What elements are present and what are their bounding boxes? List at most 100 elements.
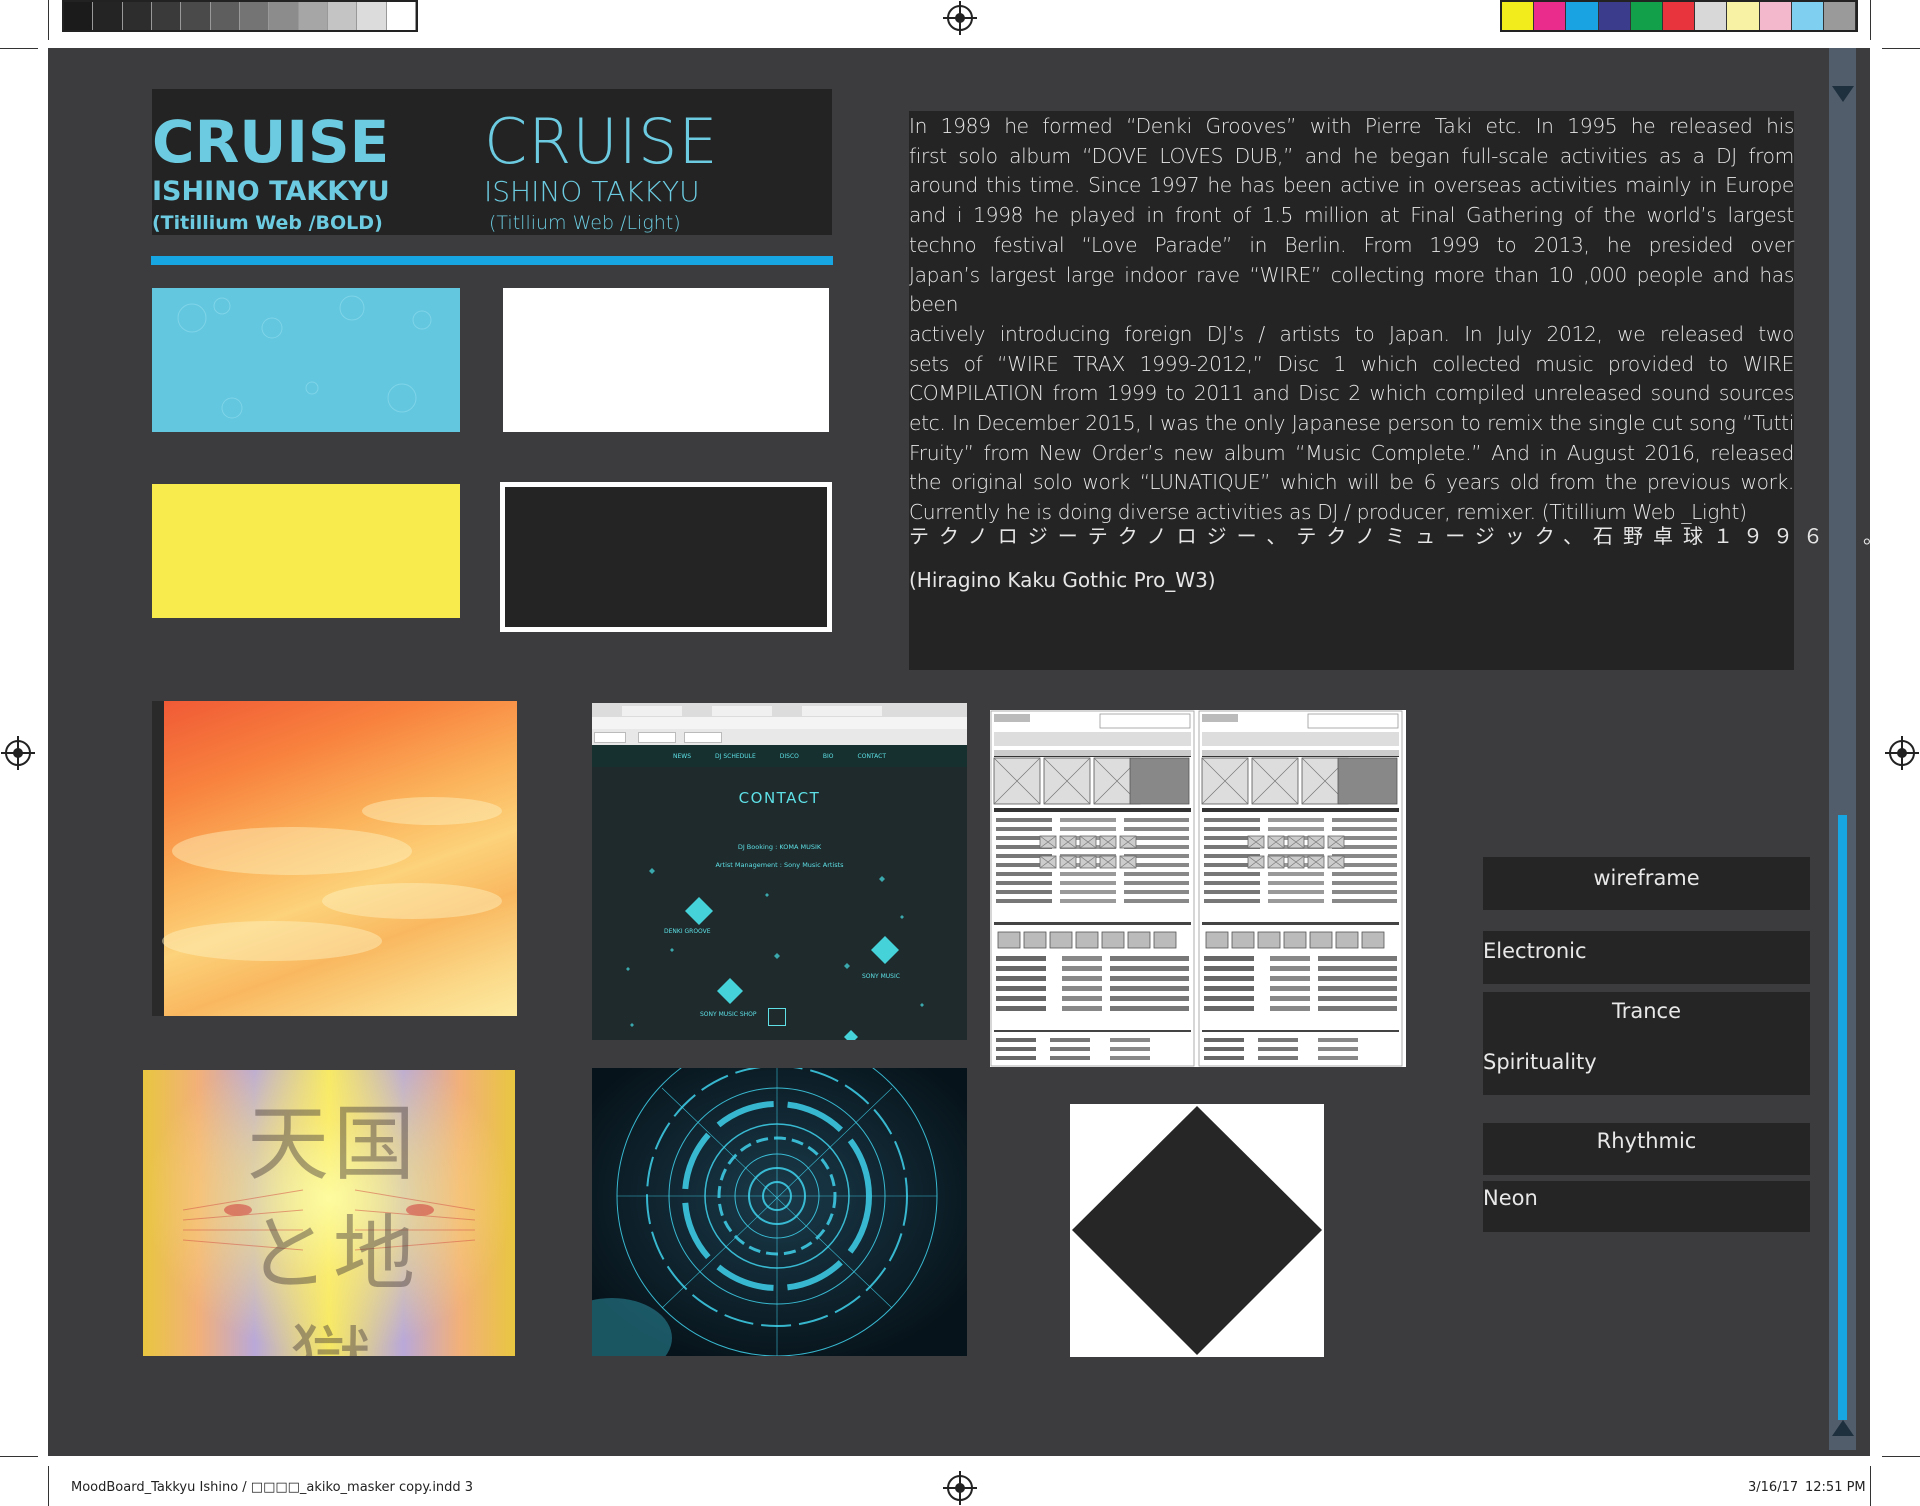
neon-hud-circle-image: [592, 1068, 967, 1356]
gray-swatch: [386, 2, 416, 30]
wireframe-block: [1124, 899, 1189, 903]
wireframe-block: [1231, 931, 1255, 949]
wireframe-block: [1268, 899, 1324, 903]
wireframe-block: [1060, 872, 1116, 876]
wireframe-block: [1110, 1047, 1150, 1051]
scrollbar-thumb[interactable]: [1838, 815, 1847, 1420]
wireframe-block: [1332, 881, 1397, 885]
gray-swatch: [181, 2, 211, 30]
wireframe-block: [1332, 899, 1397, 903]
tag-electronic: Electronic: [1483, 931, 1810, 984]
wireframe-block: [1270, 956, 1310, 961]
wireframe-block: [1204, 872, 1260, 876]
japanese-font-note: (Hiragino Kaku Gothic Pro_W3): [909, 568, 1216, 592]
wireframe-block: [1110, 986, 1189, 991]
wireframe-block: [1283, 931, 1307, 949]
wireframe-block: [1204, 1056, 1244, 1060]
process-color-swatch: [1502, 2, 1535, 30]
wireframe-block: [1270, 976, 1310, 981]
font-note-light: (Titllium Web /Light): [489, 212, 681, 234]
japanese-sample-text: テクノロジーテクノロジー、テクノミュージック、石野卓球１９９６年。: [909, 524, 1893, 548]
scroll-down-arrow[interactable]: [1832, 1420, 1854, 1436]
wireframe-block: [1124, 818, 1189, 822]
wireframe-block: [1110, 956, 1189, 961]
wireframe-block: [996, 1056, 1036, 1060]
color-swatch-white: [503, 288, 829, 432]
wireframe-block: [1060, 899, 1116, 903]
wireframe-block: [1204, 996, 1254, 1001]
wireframe-block: [1268, 818, 1324, 822]
wireframe-block: [1332, 890, 1397, 894]
wireframe-block: [1124, 872, 1189, 876]
wireframe-block: [1110, 1038, 1150, 1042]
tag-trance-label: Trance: [1611, 999, 1682, 1023]
wireframe-block: [994, 714, 1030, 722]
wireframe-block: [1204, 1047, 1244, 1051]
wireframe-block: [1318, 1056, 1358, 1060]
crop-mark: [0, 1456, 38, 1457]
wireframe-block: [996, 956, 1046, 961]
bio-line: In 1989 he formed “Denki Grooves” with P…: [909, 114, 1794, 138]
wireframe-block: [996, 1006, 1046, 1011]
process-color-swatch: [1791, 2, 1824, 30]
wireframe-block: [1202, 756, 1399, 757]
accent-rule: [151, 256, 833, 265]
bio-line: the original solo work “LUNATIQUE” which…: [909, 470, 1794, 495]
wireframe-block: [1060, 827, 1116, 831]
wireframe-block: [1124, 890, 1189, 894]
gray-swatch: [357, 2, 387, 30]
wireframe-block: [1204, 899, 1260, 903]
tag-spirituality-label: Spirituality: [1483, 1050, 1597, 1074]
registration-mark-top: [943, 1, 977, 35]
wireframe-block: [994, 1030, 1191, 1032]
wireframe-block: [996, 1038, 1036, 1042]
wireframe-block: [1204, 818, 1260, 822]
wireframe-block: [1110, 976, 1189, 981]
wireframe-block: [1060, 818, 1116, 822]
wireframe-block: [1204, 976, 1254, 981]
font-note-bold: (Titillium Web /BOLD): [152, 212, 383, 234]
tag-rhythmic-label: Rhythmic: [1596, 1129, 1697, 1153]
gray-swatch: [239, 2, 270, 30]
gray-swatch: [298, 2, 328, 30]
wireframe-block: [1101, 931, 1125, 949]
wireframe-block: [1202, 732, 1399, 746]
wireframe-block: [1062, 986, 1102, 991]
wireframe-block: [1268, 890, 1324, 894]
title-bold: CRUISE: [152, 108, 390, 176]
wireframe-block: [1202, 1030, 1399, 1032]
crop-mark: [1882, 48, 1920, 49]
wireframe-block: [1257, 931, 1281, 949]
wireframe-block: [1153, 931, 1177, 949]
tag-rhythmic: Rhythmic: [1483, 1123, 1810, 1175]
wireframe-block: [1075, 931, 1099, 949]
scroll-top-icon: [768, 1008, 786, 1026]
registration-mark-bottom: [943, 1471, 977, 1505]
wireframe-block: [1309, 931, 1333, 949]
wireframe-block: [1060, 890, 1116, 894]
bio-line: Japan’s largest large indoor rave “WIRE”…: [909, 262, 1794, 317]
diamond-shape: [1072, 1106, 1322, 1355]
wireframe-block: [996, 881, 1052, 885]
wireframe-block: [1318, 986, 1397, 991]
process-color-bar: [1500, 0, 1858, 32]
wireframe-block: [997, 931, 1021, 949]
wireframe-block: [996, 976, 1046, 981]
wireframe-block: [1318, 1038, 1358, 1042]
wireframe-block: [1050, 1056, 1090, 1060]
wireframe-block: [996, 899, 1052, 903]
wireframe-block: [1202, 922, 1399, 925]
bio-line: first solo album “DOVE LOVES DUB,” and h…: [909, 143, 1794, 168]
bio-line: around this time. Since 1997 he has been…: [909, 173, 1794, 198]
wireframe-block: [1202, 750, 1399, 756]
gray-swatch: [93, 2, 123, 30]
gray-swatch: [151, 2, 182, 30]
registration-mark-right: [1885, 736, 1919, 770]
wireframe-block: [1335, 931, 1359, 949]
process-color-swatch: [1598, 2, 1631, 30]
crop-mark: [1882, 1456, 1920, 1457]
scroll-up-arrow[interactable]: [1832, 86, 1854, 102]
process-color-swatch: [1566, 2, 1599, 30]
grayscale-color-bar: [62, 0, 418, 32]
wireframe-block: [1258, 1056, 1298, 1060]
